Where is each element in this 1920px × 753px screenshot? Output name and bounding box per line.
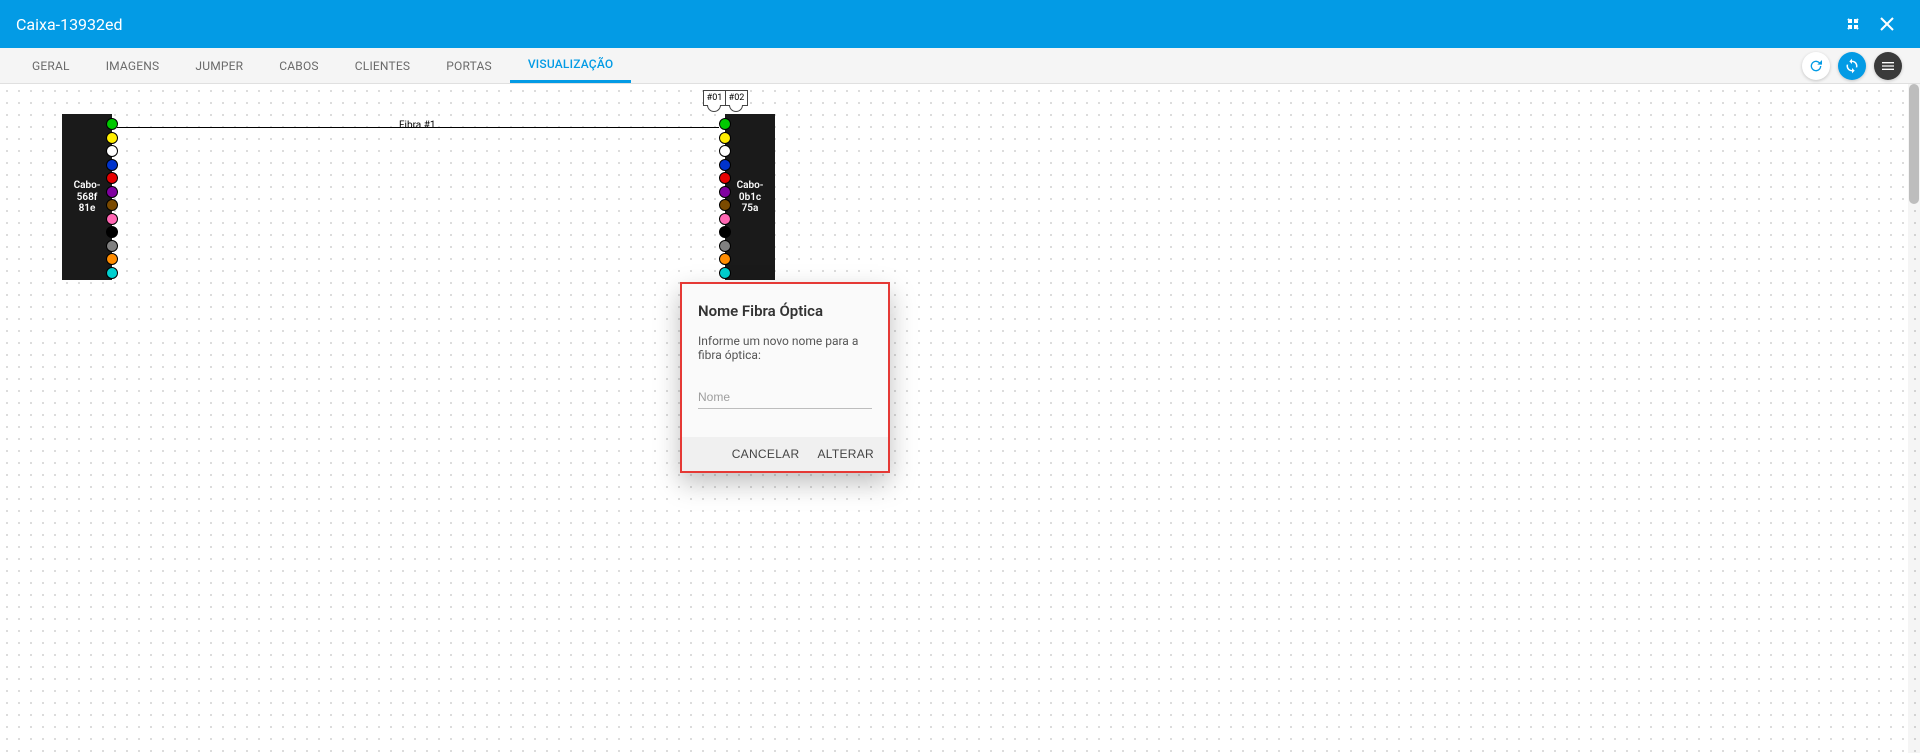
fiber-ports-left bbox=[106, 118, 118, 279]
dialog-actions: CANCELAR ALTERAR bbox=[682, 437, 888, 471]
tab-label: JUMPER bbox=[195, 59, 243, 73]
fiber-port[interactable] bbox=[719, 145, 731, 157]
rename-fiber-dialog: Nome Fibra Óptica Informe um novo nome p… bbox=[680, 282, 890, 473]
fiber-port[interactable] bbox=[719, 253, 731, 265]
fiber-port[interactable] bbox=[106, 226, 118, 238]
spacer bbox=[631, 48, 1798, 83]
fiber-port[interactable] bbox=[106, 172, 118, 184]
fiber-port[interactable] bbox=[719, 118, 731, 130]
restore-icon[interactable] bbox=[1836, 7, 1870, 41]
fiber-link-label: Fibra #1 bbox=[395, 120, 439, 131]
fiber-port[interactable] bbox=[106, 240, 118, 252]
close-icon[interactable] bbox=[1870, 7, 1904, 41]
confirm-button[interactable]: ALTERAR bbox=[817, 447, 874, 461]
cable-box-right-label: Cabo-0b1c 75a bbox=[725, 180, 775, 215]
tab-label: GERAL bbox=[32, 59, 70, 73]
menu-button[interactable] bbox=[1874, 52, 1902, 80]
text: Cabo-568f bbox=[66, 180, 108, 203]
tab-label: CLIENTES bbox=[355, 59, 410, 73]
tab-geral[interactable]: GERAL bbox=[14, 48, 88, 83]
titlebar: Caixa-13932ed bbox=[0, 0, 1920, 48]
fiber-port[interactable] bbox=[106, 213, 118, 225]
fiber-port[interactable] bbox=[106, 118, 118, 130]
tabbar: GERAL IMAGENS JUMPER CABOS CLIENTES PORT… bbox=[0, 48, 1920, 84]
tab-clientes[interactable]: CLIENTES bbox=[337, 48, 428, 83]
tab-label: CABOS bbox=[279, 59, 319, 73]
fiber-port[interactable] bbox=[106, 186, 118, 198]
fiber-port[interactable] bbox=[719, 267, 731, 279]
fiber-port[interactable] bbox=[106, 267, 118, 279]
fiber-port[interactable] bbox=[719, 199, 731, 211]
fiber-port[interactable] bbox=[106, 145, 118, 157]
port-tabs: #01 #02 bbox=[703, 90, 748, 106]
dialog-message: Informe um novo nome para a fibra óptica… bbox=[698, 334, 872, 362]
port-tab-02[interactable]: #02 bbox=[725, 90, 748, 106]
fiber-port[interactable] bbox=[106, 132, 118, 144]
fiber-ports-right bbox=[719, 118, 731, 279]
text: 75a bbox=[729, 203, 771, 215]
fiber-port[interactable] bbox=[106, 199, 118, 211]
refresh-button[interactable] bbox=[1802, 52, 1830, 80]
text: Cabo-0b1c bbox=[729, 180, 771, 203]
text: 81e bbox=[66, 203, 108, 215]
fiber-port[interactable] bbox=[719, 172, 731, 184]
diagram-canvas[interactable]: Fibra #1 #01 #02 Cabo-568f 81e Cabo-0b1c… bbox=[0, 84, 1920, 753]
scrollbar-thumb[interactable] bbox=[1909, 84, 1919, 204]
tab-imagens[interactable]: IMAGENS bbox=[88, 48, 178, 83]
fiber-port[interactable] bbox=[106, 159, 118, 171]
dialog-title: Nome Fibra Óptica bbox=[698, 302, 872, 320]
port-tab-01[interactable]: #01 bbox=[703, 90, 726, 106]
tab-cabos[interactable]: CABOS bbox=[261, 48, 337, 83]
dialog-body: Nome Fibra Óptica Informe um novo nome p… bbox=[682, 284, 888, 437]
dot-grid bbox=[0, 84, 1920, 753]
window-title: Caixa-13932ed bbox=[16, 15, 123, 34]
tab-label: IMAGENS bbox=[106, 59, 160, 73]
fiber-port[interactable] bbox=[719, 240, 731, 252]
cancel-button[interactable]: CANCELAR bbox=[732, 447, 800, 461]
fiber-port[interactable] bbox=[719, 213, 731, 225]
cable-box-left-label: Cabo-568f 81e bbox=[62, 180, 112, 215]
fiber-name-input[interactable] bbox=[698, 386, 872, 409]
tab-portas[interactable]: PORTAS bbox=[428, 48, 510, 83]
fiber-port[interactable] bbox=[719, 226, 731, 238]
tab-label: VISUALIZAÇÃO bbox=[528, 57, 614, 71]
cable-box-left[interactable]: Cabo-568f 81e bbox=[62, 114, 112, 280]
tab-jumper[interactable]: JUMPER bbox=[177, 48, 261, 83]
tab-visualizacao[interactable]: VISUALIZAÇÃO bbox=[510, 48, 632, 83]
port-tab-label: #02 bbox=[729, 93, 745, 103]
tab-label: PORTAS bbox=[446, 59, 492, 73]
vertical-scrollbar[interactable] bbox=[1908, 84, 1920, 753]
port-tab-label: #01 bbox=[707, 93, 723, 103]
sync-button[interactable] bbox=[1838, 52, 1866, 80]
fiber-port[interactable] bbox=[719, 159, 731, 171]
fiber-port[interactable] bbox=[719, 132, 731, 144]
cable-box-right[interactable]: Cabo-0b1c 75a bbox=[725, 114, 775, 280]
fiber-port[interactable] bbox=[719, 186, 731, 198]
fiber-port[interactable] bbox=[106, 253, 118, 265]
